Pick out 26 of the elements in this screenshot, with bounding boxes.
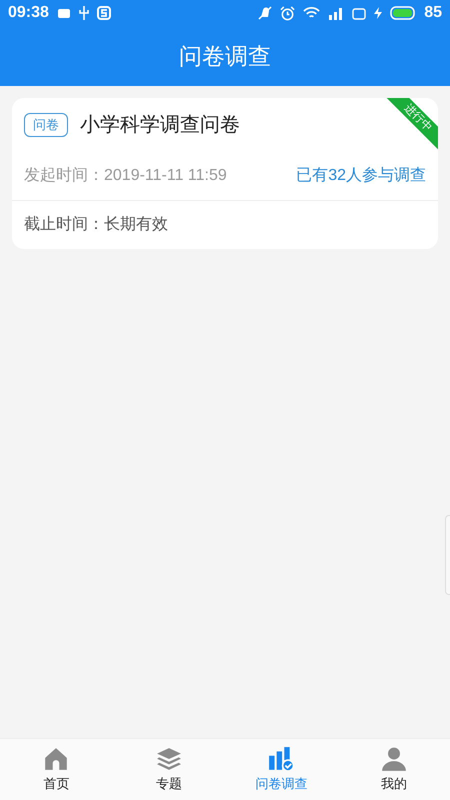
tab-item[interactable]: 问卷调查: [225, 739, 338, 800]
layers-icon: [154, 746, 183, 772]
user-icon: [380, 746, 407, 772]
usb-icon: [78, 6, 89, 20]
tab-item[interactable]: 首页: [0, 739, 112, 800]
start-time: 发起时间：2019-11-11 11:59: [24, 166, 227, 186]
participant-count: 已有32人参与调查: [296, 166, 426, 186]
tab-item[interactable]: 我的: [338, 739, 450, 800]
mute-bell-icon: [258, 6, 272, 20]
page-title: 问卷调查: [179, 42, 271, 71]
alarm-icon: [280, 6, 296, 20]
status-time: 09:38: [8, 3, 49, 23]
survey-card[interactable]: 问卷 小学科学调查问卷 进行中 发起时间：2019-11-11 11:59 已有32人参与调查 截止时间：长期有效: [12, 98, 438, 249]
tab-item[interactable]: 专题: [112, 739, 225, 800]
survey-title: 小学科学调查问卷: [80, 113, 240, 138]
battery-level: 85: [424, 3, 442, 23]
wifi-icon: [303, 6, 320, 20]
end-time: 截止时间：长期有效: [24, 216, 168, 233]
chart-check-icon: [268, 746, 294, 772]
survey-tag: 问卷: [24, 113, 68, 137]
home-icon: [43, 746, 70, 772]
side-handle[interactable]: [445, 515, 450, 595]
battery-icon: [390, 6, 416, 20]
charging-icon: [374, 7, 382, 19]
app-icon: [96, 6, 111, 20]
signal-icon: [328, 6, 344, 20]
